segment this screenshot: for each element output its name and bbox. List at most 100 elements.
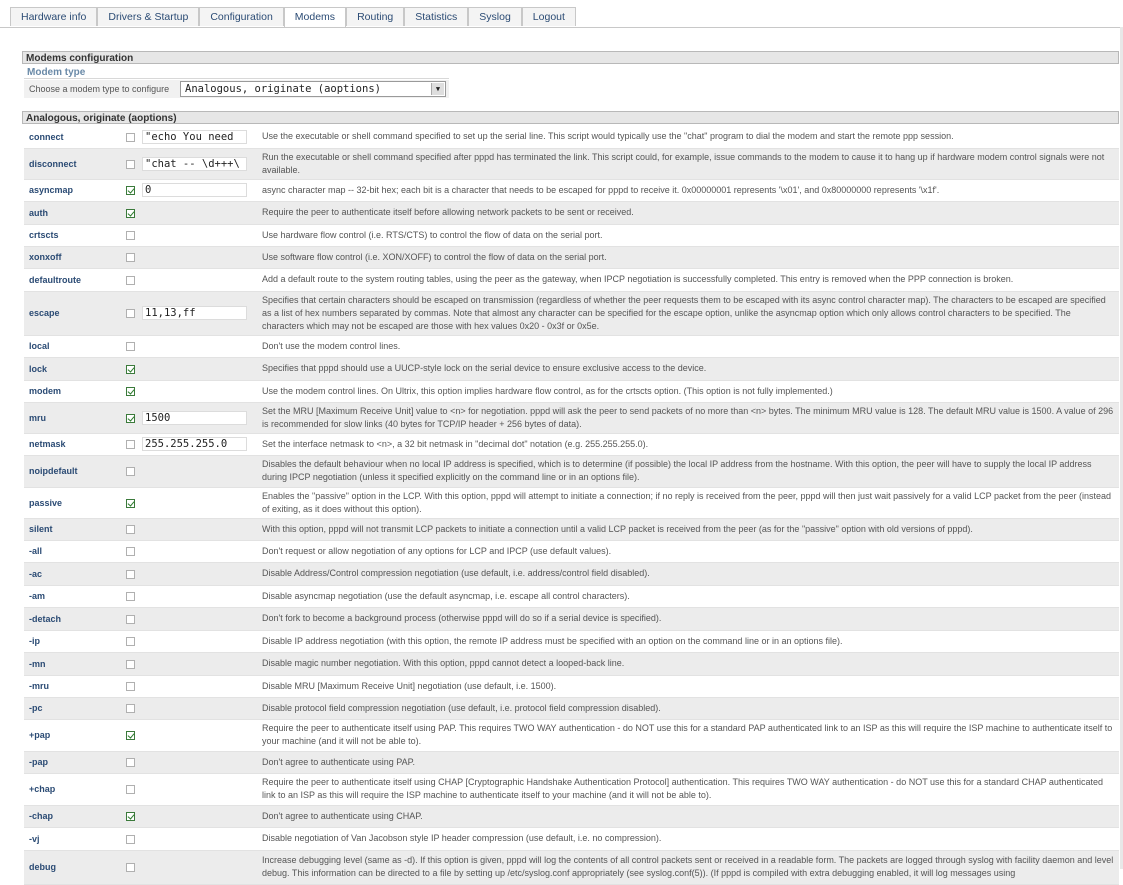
option-checkbox[interactable]: [126, 569, 135, 579]
option-value-cell: [142, 246, 254, 269]
option-checkbox[interactable]: [126, 309, 135, 319]
option-checkbox-cell: [123, 805, 142, 828]
option-checkbox[interactable]: [126, 525, 135, 535]
tab-logout[interactable]: Logout: [521, 7, 576, 26]
options-header: Analogous, originate (aoptions): [22, 111, 1119, 124]
option-value-cell: [142, 201, 254, 225]
modem-type-selected: Analogous, originate (aoptions): [185, 83, 381, 95]
option-checkbox[interactable]: [126, 637, 135, 647]
option-checkbox[interactable]: [126, 863, 135, 873]
modem-type-select[interactable]: Analogous, originate (aoptions) ▼: [180, 81, 446, 97]
option-value-cell: [142, 630, 254, 653]
option-checkbox[interactable]: [126, 342, 135, 352]
option-description: Disable magic number negotiation. With t…: [254, 652, 1119, 676]
option-value-cell: [142, 562, 254, 586]
option-row: xonxoff Use software flow control (i.e. X…: [24, 246, 1119, 269]
option-name: -mru: [24, 675, 123, 698]
option-value-cell: [142, 380, 254, 403]
option-value-cell: [142, 268, 254, 292]
option-row: -pap Don't agree to authenticate using PA…: [24, 751, 1119, 774]
option-checkbox-cell: [123, 487, 142, 519]
option-description: Don't agree to authenticate using PAP.: [254, 751, 1119, 774]
tab-routing[interactable]: Routing: [346, 7, 405, 26]
option-description: With this option, pppd will not transmit…: [254, 518, 1119, 541]
option-value-cell: [142, 773, 254, 806]
option-name: lock: [24, 357, 123, 381]
option-checkbox-cell: [123, 402, 142, 434]
option-checkbox[interactable]: [126, 186, 135, 196]
tab-statistics[interactable]: Statistics: [404, 7, 469, 26]
option-checkbox-cell: [123, 719, 142, 752]
dropdown-arrow-icon[interactable]: ▼: [431, 83, 444, 95]
option-checkbox-cell: [123, 562, 142, 586]
option-row: mru 1500 Set the MRU [Maximum Receive Unit…: [24, 402, 1119, 434]
option-description: async character map -- 32-bit hex; each …: [254, 179, 1119, 202]
option-name: disconnect: [24, 148, 123, 180]
option-checkbox[interactable]: [126, 758, 135, 768]
option-description: Run the executable or shell command spec…: [254, 148, 1119, 180]
tab-configuration[interactable]: Configuration: [199, 7, 284, 26]
option-checkbox[interactable]: [126, 592, 135, 602]
option-checkbox[interactable]: [126, 132, 135, 142]
option-value-input[interactable]: 255.255.255.0: [142, 437, 247, 451]
option-checkbox[interactable]: [126, 467, 135, 477]
option-checkbox[interactable]: [126, 614, 135, 624]
option-description: Don't agree to authenticate using CHAP.: [254, 805, 1119, 828]
option-row: disconnect "chat -- \d+++\ Run the executa…: [24, 148, 1119, 180]
tab-hardware-info[interactable]: Hardware info: [10, 7, 98, 26]
option-description: Disable Address/Control compression nego…: [254, 562, 1119, 586]
option-checkbox[interactable]: [126, 785, 135, 795]
option-value-cell: 0: [142, 179, 254, 202]
option-checkbox[interactable]: [126, 659, 135, 669]
modem-type-label: Choose a modem type to configure: [29, 84, 170, 94]
option-name: -am: [24, 585, 123, 608]
option-value-input[interactable]: "echo You need: [142, 129, 247, 144]
option-checkbox[interactable]: [126, 440, 135, 450]
option-value-input[interactable]: 11,13,ff: [142, 306, 247, 320]
option-checkbox[interactable]: [126, 498, 135, 508]
option-name: escape: [24, 291, 123, 336]
option-value-cell: [142, 357, 254, 381]
option-name: connect: [24, 126, 123, 149]
option-checkbox[interactable]: [126, 387, 135, 397]
option-checkbox-cell: [123, 246, 142, 269]
option-checkbox-cell: [123, 201, 142, 225]
option-row: asyncmap 0 async character map -- 32-bit h…: [24, 179, 1119, 202]
option-name: -ip: [24, 630, 123, 653]
option-row: local Don't use the modem control lines.: [24, 335, 1119, 358]
option-name: crtscts: [24, 224, 123, 247]
option-value-cell: [142, 487, 254, 519]
option-checkbox[interactable]: [126, 704, 135, 714]
option-checkbox[interactable]: [126, 812, 135, 822]
option-name: xonxoff: [24, 246, 123, 269]
option-checkbox[interactable]: [126, 253, 135, 263]
option-checkbox-cell: [123, 455, 142, 488]
option-row: netmask 255.255.255.0 Set the interface ne…: [24, 433, 1119, 456]
option-checkbox[interactable]: [126, 682, 135, 692]
option-checkbox[interactable]: [126, 731, 135, 741]
option-row: -am Disable asyncmap negotiation (use the…: [24, 585, 1119, 608]
option-checkbox[interactable]: [126, 208, 135, 218]
option-description: Disable negotiation of Van Jacobson styl…: [254, 827, 1119, 851]
option-checkbox[interactable]: [126, 364, 135, 374]
tab-modems[interactable]: Modems: [283, 7, 347, 28]
option-value-cell: 11,13,ff: [142, 291, 254, 336]
modem-type-header: Modem type: [24, 66, 449, 79]
option-checkbox[interactable]: [126, 547, 135, 557]
option-checkbox[interactable]: [126, 834, 135, 844]
option-value-input[interactable]: 0: [142, 183, 247, 197]
option-value-input[interactable]: 1500: [142, 410, 247, 425]
option-description: Use hardware flow control (i.e. RTS/CTS)…: [254, 224, 1119, 247]
option-name: netmask: [24, 433, 123, 456]
option-value-input[interactable]: "chat -- \d+++\: [142, 156, 247, 171]
tab-drivers-startup[interactable]: Drivers & Startup: [97, 7, 200, 26]
option-checkbox[interactable]: [126, 275, 135, 285]
option-checkbox[interactable]: [126, 159, 135, 169]
option-checkbox[interactable]: [126, 413, 135, 423]
tab-syslog[interactable]: Syslog: [468, 7, 522, 26]
option-description: Disables the default behaviour when no l…: [254, 455, 1119, 488]
option-description: Specifies that pppd should use a UUCP-st…: [254, 357, 1119, 381]
option-checkbox[interactable]: [126, 231, 135, 241]
option-description: Use the modem control lines. On Ultrix, …: [254, 380, 1119, 403]
option-value-cell: [142, 335, 254, 358]
